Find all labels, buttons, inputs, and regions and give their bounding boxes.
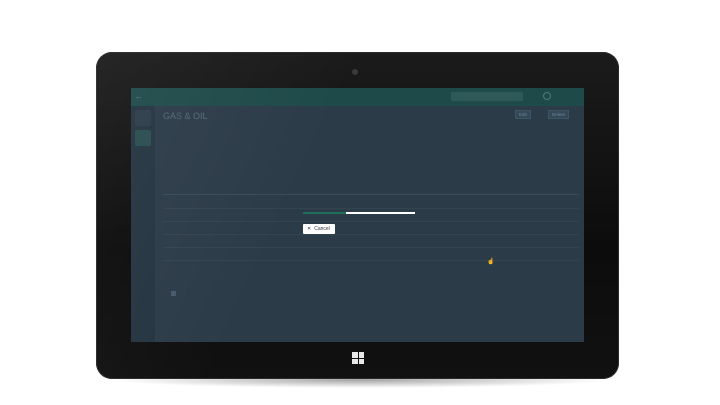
- delete-button[interactable]: Delete: [548, 110, 570, 119]
- user-icon[interactable]: [543, 92, 551, 100]
- table-row[interactable]: [163, 248, 579, 261]
- tablet-screen: ← GAS & OIL Edit Delete · · · · · ✕ Canc…: [131, 88, 584, 342]
- sidebar: [131, 106, 155, 342]
- back-arrow-icon[interactable]: ←: [135, 92, 143, 101]
- page-title: GAS & OIL: [163, 111, 208, 121]
- close-icon: ✕: [307, 226, 312, 232]
- cancel-button[interactable]: ✕ Cancel: [303, 224, 335, 234]
- sidebar-item-1[interactable]: [135, 110, 151, 126]
- progress-bar: [303, 212, 415, 214]
- progress-bar-fill: [303, 212, 346, 214]
- search-input[interactable]: [451, 92, 523, 101]
- table-row[interactable]: [163, 209, 579, 222]
- stage: ← GAS & OIL Edit Delete · · · · · ✕ Canc…: [0, 0, 720, 405]
- cancel-label: Cancel: [314, 226, 330, 232]
- pagination[interactable]: · · · · ·: [171, 291, 207, 297]
- tablet-frame: ← GAS & OIL Edit Delete · · · · · ✕ Canc…: [96, 52, 619, 379]
- table-header: [163, 186, 579, 195]
- table-row[interactable]: [163, 196, 579, 209]
- table-row[interactable]: [163, 222, 579, 235]
- pager-page[interactable]: [171, 291, 176, 297]
- table-row[interactable]: [163, 235, 579, 248]
- camera-dot: [352, 69, 358, 75]
- app-topbar: ←: [131, 88, 584, 106]
- main-content: GAS & OIL Edit Delete · · · · ·: [155, 106, 584, 342]
- sidebar-item-2[interactable]: [135, 130, 151, 146]
- edit-button[interactable]: Edit: [515, 110, 531, 119]
- hand-cursor-icon: ☝: [487, 259, 495, 265]
- windows-logo[interactable]: [352, 352, 364, 364]
